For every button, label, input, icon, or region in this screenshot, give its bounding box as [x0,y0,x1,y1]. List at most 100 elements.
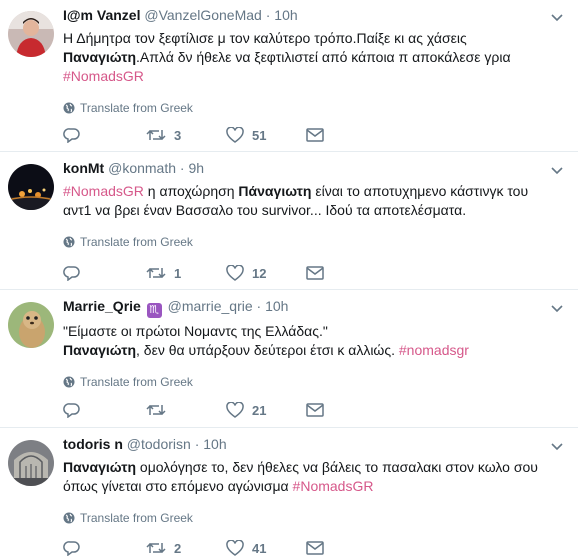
reply-icon [63,403,80,418]
reply-button[interactable] [63,125,89,145]
display-name[interactable]: todoris n [63,436,123,452]
tweet[interactable]: I@m Vanzel @VanzelGoneMad · 10h Η Δήμητρ… [0,0,578,152]
retweet-count: 2 [174,540,182,556]
timestamp[interactable]: 10h [274,7,297,23]
tweet[interactable]: konMt @konmath · 9h #NomadsGR η αποχώρησ… [0,153,578,290]
chevron-down-icon[interactable] [550,10,564,22]
reply-icon [63,128,80,143]
chevron-down-icon[interactable] [550,163,564,175]
separator-dot: · [265,7,271,23]
translate-link[interactable]: Translate from Greek [63,100,568,116]
text-segment: Η Δήμητρα τον ξεφτίλισε μ τον καλύτερο τ… [63,30,467,46]
reply-icon [63,541,80,556]
mention-bold: Παναγιώτη [63,459,137,475]
display-name[interactable]: konMt [63,160,104,176]
mention-bold: Παναγιώτη [63,49,137,65]
tweet-text: #NomadsGR η αποχώρηση Πάναγιωτη είναι το… [63,182,568,220]
avatar[interactable] [8,302,54,348]
display-name[interactable]: I@m Vanzel [63,7,140,23]
hashtag-link[interactable]: #NomadsGR [63,183,144,199]
text-segment: όπως γίνεται στο επόμενο αγώνισμα [63,478,293,494]
text-segment: .Απλά δν ήθελε να ξεφτιλιστεί από κάποια… [136,49,511,65]
display-name[interactable]: Marrie_Qrie [63,298,141,314]
avatar[interactable] [8,440,54,486]
scorpio-icon: ♏ [146,303,162,318]
message-button[interactable] [306,538,324,558]
message-button[interactable] [306,400,324,420]
retweet-count: 3 [174,127,182,143]
reply-button[interactable] [63,263,89,283]
tweet-text: "Είμαστε οι πρώτοι Νομαντς της Ελλάδας."… [63,322,568,360]
screen-name[interactable]: @konmath [108,160,176,176]
retweet-button[interactable] [146,400,174,420]
tweet[interactable]: todoris n @todorisn · 10h Παναγιώτη ομολ… [0,429,578,560]
heart-icon [226,265,244,281]
separator-dot: · [194,436,200,452]
retweet-button[interactable]: 2 [146,538,181,558]
retweet-icon [146,129,166,141]
like-button[interactable]: 21 [226,400,266,420]
text-segment: ομολόγησε το, δεν ήθελες να βάλεις το πα… [136,459,538,475]
screen-name[interactable]: @todorisn [127,436,191,452]
retweet-button[interactable]: 3 [146,125,181,145]
envelope-icon [306,266,324,280]
translate-link[interactable]: Translate from Greek [63,374,568,390]
reply-icon [63,266,80,281]
reply-button[interactable] [63,400,89,420]
hashtag-link[interactable]: #NomadsGR [293,478,374,494]
globe-icon [63,376,75,388]
retweet-icon [146,542,166,554]
envelope-icon [306,403,324,417]
translate-label: Translate from Greek [80,235,193,249]
timestamp[interactable]: 10h [203,436,226,452]
translate-label: Translate from Greek [80,101,193,115]
text-segment: , δεν θα υπάρξουν δεύτεροι έτσι κ αλλιώς… [136,342,399,358]
avatar[interactable] [8,11,54,57]
separator-dot: · [179,160,185,176]
translate-link[interactable]: Translate from Greek [63,234,568,250]
like-count: 12 [252,265,267,281]
envelope-icon [306,541,324,555]
text-segment: "Είμαστε οι πρώτοι Νομαντς της Ελλάδας." [63,323,328,339]
globe-icon [63,102,75,114]
reply-button[interactable] [63,538,89,558]
chevron-down-icon[interactable] [550,301,564,313]
mention-bold: Πάναγιωτη [238,183,312,199]
avatar[interactable] [8,164,54,210]
hashtag-link[interactable]: #nomadsgr [399,342,469,358]
like-button[interactable]: 12 [226,263,266,283]
tweet-text: Η Δήμητρα τον ξεφτίλισε μ τον καλύτερο τ… [63,29,568,86]
heart-icon [226,127,244,143]
tweet-text: Παναγιώτη ομολόγησε το, δεν ήθελες να βά… [63,458,568,496]
mention-bold: Παναγιώτη [63,342,137,358]
text-segment: είναι το αποτυχημενο κάστινγκ του [311,183,529,199]
chevron-down-icon[interactable] [550,439,564,451]
envelope-icon [306,128,324,142]
message-button[interactable] [306,125,324,145]
like-count: 41 [252,540,267,556]
like-count: 51 [252,127,267,143]
retweet-button[interactable]: 1 [146,263,181,283]
separator-dot: · [256,298,262,314]
like-button[interactable]: 51 [226,125,266,145]
text-segment: αντ1 να βρει έναν Βασσαλο του survivor..… [63,202,467,218]
timestamp[interactable]: 10h [265,298,288,314]
like-count: 21 [252,402,267,418]
text-segment: η αποχώρηση [143,183,239,199]
message-button[interactable] [306,263,324,283]
globe-icon [63,236,75,248]
tweet[interactable]: Marrie_Qrie ♏ @marrie_qrie · 10h "Είμαστ… [0,291,578,428]
translate-link[interactable]: Translate from Greek [63,510,568,526]
hashtag-link[interactable]: #NomadsGR [63,68,144,84]
retweet-icon [146,267,166,279]
heart-icon [226,402,244,418]
retweet-count: 1 [174,265,182,281]
retweet-icon [146,404,166,416]
timestamp[interactable]: 9h [188,160,204,176]
heart-icon [226,540,244,556]
like-button[interactable]: 41 [226,538,266,558]
translate-label: Translate from Greek [80,375,193,389]
globe-icon [63,512,75,524]
screen-name[interactable]: @marrie_qrie [168,298,253,314]
screen-name[interactable]: @VanzelGoneMad [144,7,261,23]
